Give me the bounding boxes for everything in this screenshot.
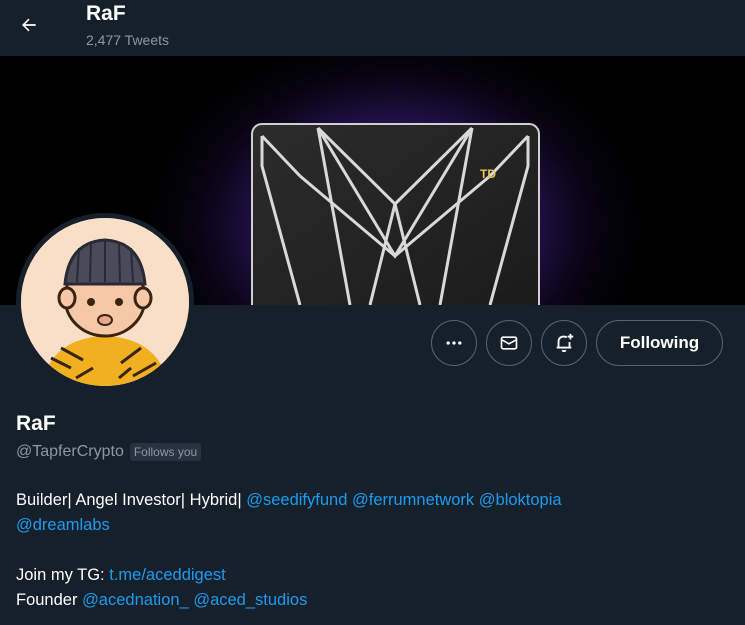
back-button[interactable] (10, 6, 48, 44)
mention-link[interactable]: @dreamlabs (16, 516, 110, 534)
bell-plus-icon (556, 333, 574, 353)
mention-link[interactable]: @aced_studios (193, 591, 307, 609)
bio-line-3: Join my TG: t.me/aceddigest (16, 563, 716, 588)
mention-link[interactable]: @bloktopia (479, 491, 562, 509)
telegram-link[interactable]: t.me/aceddigest (109, 566, 225, 584)
handle: @TapferCrypto (16, 443, 124, 460)
avatar-image (21, 218, 189, 386)
handle-row: @TapferCrypto Follows you (16, 443, 202, 461)
mention-link[interactable]: @acednation_ (82, 591, 189, 609)
bio-text: Builder| Angel Investor| Hybrid| (16, 491, 242, 509)
more-horizontal-icon (446, 341, 462, 345)
more-options-button[interactable] (431, 320, 477, 366)
mention-link[interactable]: @seedifyfund (246, 491, 347, 509)
bio-line-4: Founder @acednation_ @aced_studios (16, 588, 716, 613)
arrow-left-icon (22, 18, 36, 32)
envelope-icon (500, 336, 518, 350)
display-name: RaF (16, 412, 56, 435)
bio-line-2: @dreamlabs (16, 513, 716, 538)
mention-link[interactable]: @ferrumnetwork (352, 491, 474, 509)
top-bar: RaF 2,477 Tweets (0, 0, 745, 56)
message-button[interactable] (486, 320, 532, 366)
notifications-button[interactable] (541, 320, 587, 366)
following-button[interactable]: Following (596, 320, 723, 366)
bio-text: Founder (16, 591, 78, 609)
bio-spacer (16, 538, 716, 563)
profile-bio: Builder| Angel Investor| Hybrid| @seedif… (16, 488, 716, 613)
tweet-count: 2,477 Tweets (86, 32, 170, 48)
page-title: RaF (86, 2, 126, 25)
card-badge-text: TD (480, 167, 496, 181)
follows-you-badge: Follows you (129, 443, 202, 461)
profile-avatar[interactable] (16, 213, 194, 391)
bio-line-1: Builder| Angel Investor| Hybrid| @seedif… (16, 488, 716, 513)
bio-text: Join my TG: (16, 566, 105, 584)
